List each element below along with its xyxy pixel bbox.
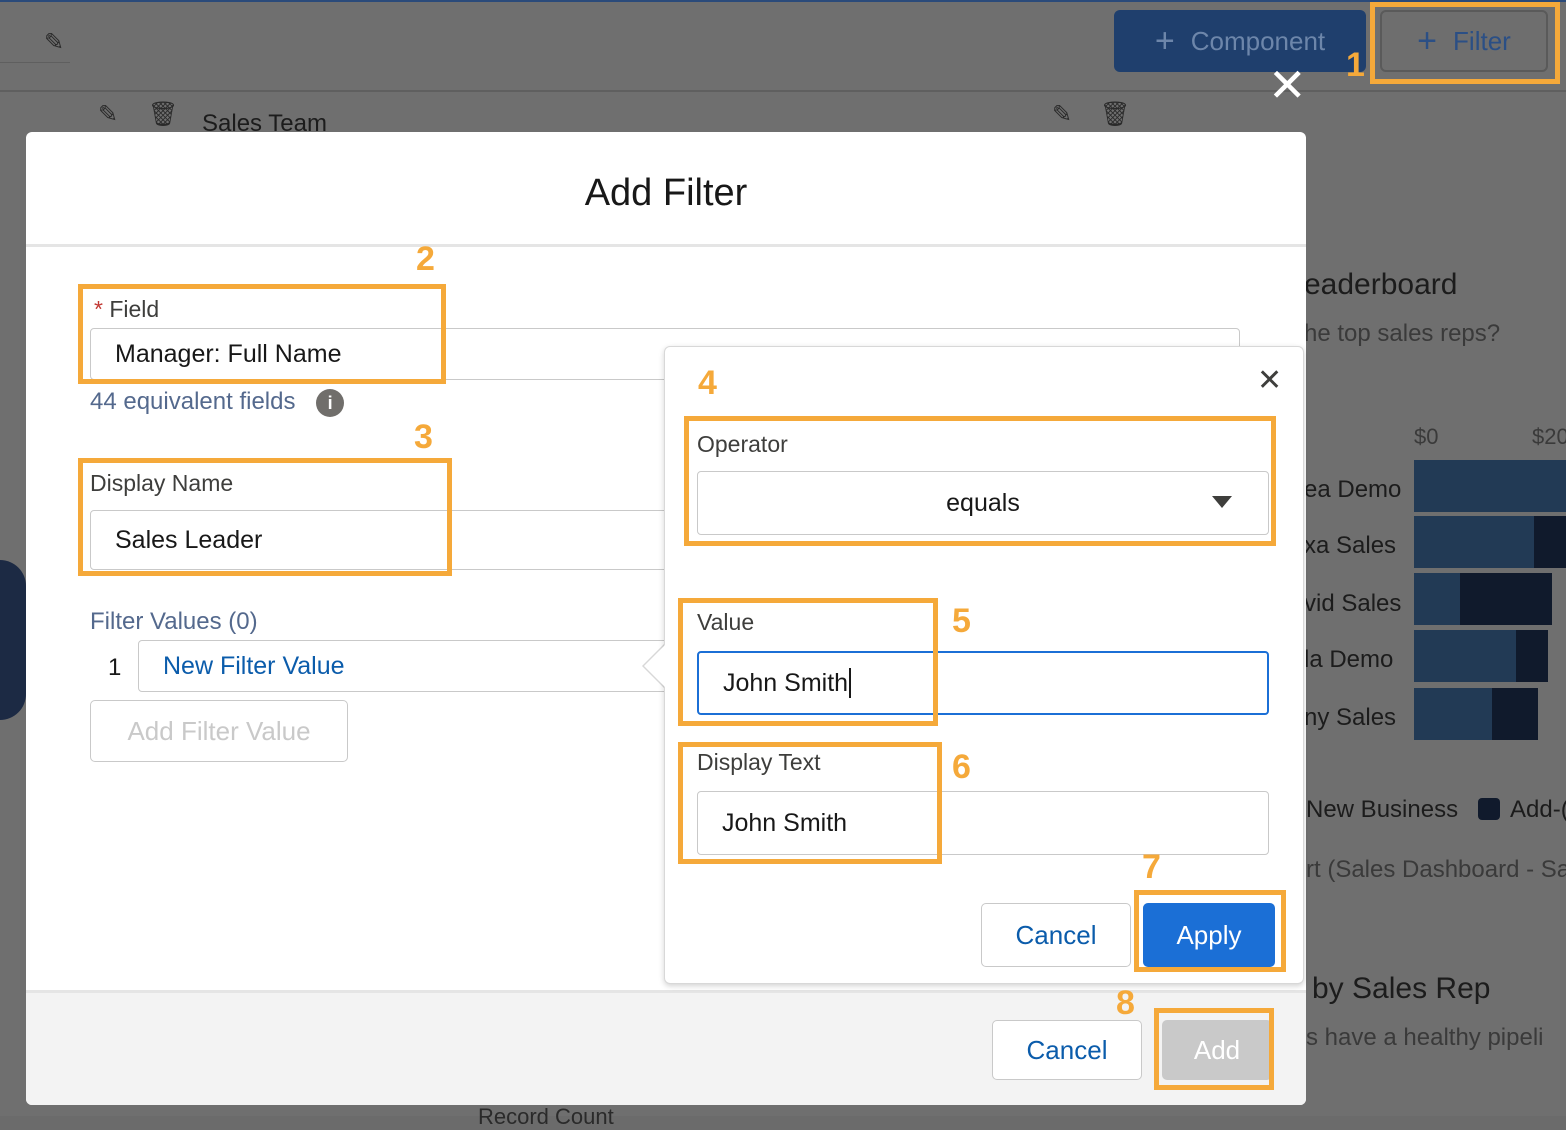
info-icon[interactable]: i xyxy=(316,388,345,417)
step-number-4: 4 xyxy=(698,364,717,402)
edit-icon[interactable]: ✎ xyxy=(44,28,64,57)
step-number-5: 5 xyxy=(952,602,971,640)
step-number-1: 1 xyxy=(1346,46,1365,84)
step-highlight-8 xyxy=(1154,1008,1274,1090)
leaderboard-title: eaderboard xyxy=(1304,268,1458,301)
legend-add-on: Add-( xyxy=(1510,796,1566,823)
rep-label: xa Sales xyxy=(1304,532,1397,559)
rep-label: ea Demo xyxy=(1304,476,1402,503)
popover-pointer-inner xyxy=(644,644,666,688)
equivalent-fields-info: 44 equivalent fields i xyxy=(90,388,345,417)
step-number-3: 3 xyxy=(414,418,433,456)
modal-header-divider xyxy=(26,244,1306,247)
edit-icon[interactable]: ✎ xyxy=(1052,100,1072,129)
bg-chart-shape xyxy=(0,560,26,720)
bar-new-business xyxy=(1414,460,1566,512)
axis-tick-20: $20 xyxy=(1532,424,1566,449)
bar-add-on xyxy=(1492,688,1538,740)
step-highlight-5 xyxy=(678,598,938,726)
rep-label: vid Sales xyxy=(1304,590,1402,617)
step-highlight-3 xyxy=(78,458,452,576)
record-count-label: Record Count xyxy=(478,1104,614,1129)
step-highlight-7 xyxy=(1134,890,1286,972)
filter-values-label: Filter Values (0) xyxy=(90,608,258,635)
panel2-subtitle: s have a healthy pipeli xyxy=(1306,1024,1544,1051)
bar-new-business xyxy=(1414,573,1460,625)
step-highlight-2 xyxy=(78,284,446,384)
bar-add-on xyxy=(1460,573,1552,625)
equivalent-fields-text: 44 equivalent fields xyxy=(90,388,296,415)
step-number-7: 7 xyxy=(1142,848,1161,886)
top-accent-line xyxy=(0,0,1566,2)
filter-row-value: New Filter Value xyxy=(163,651,345,680)
leaderboard-subtitle: he top sales reps? xyxy=(1304,320,1501,347)
bar-new-business xyxy=(1414,630,1516,682)
modal-cancel-button[interactable]: Cancel xyxy=(992,1020,1142,1080)
modal-title: Add Filter xyxy=(584,172,748,214)
axis-tick-0: $0 xyxy=(1414,424,1439,449)
add-filter-value-button[interactable]: Add Filter Value xyxy=(90,700,348,762)
add-filter-value-label: Add Filter Value xyxy=(127,715,311,746)
bar-add-on xyxy=(1534,516,1566,568)
panel2-title: by Sales Rep xyxy=(1312,972,1491,1005)
edit-icon[interactable]: ✎ xyxy=(98,100,118,129)
step-number-2: 2 xyxy=(416,240,435,278)
trash-icon[interactable]: 🗑 xyxy=(1100,100,1130,129)
close-modal-icon[interactable]: ✕ xyxy=(1268,62,1307,108)
step-highlight-6 xyxy=(678,742,942,864)
filter-value-row[interactable]: New Filter Value xyxy=(138,640,698,692)
step-highlight-4 xyxy=(684,416,1276,546)
rep-label: la Demo xyxy=(1304,646,1394,673)
component-button-label: Component xyxy=(1190,25,1326,56)
bg-divider xyxy=(0,62,70,63)
step-highlight-1 xyxy=(1370,2,1560,84)
legend-swatch-add-on xyxy=(1478,798,1500,820)
filter-row-index: 1 xyxy=(108,654,122,681)
bar-new-business xyxy=(1414,516,1534,568)
report-source-link[interactable]: rt (Sales Dashboard - Sa xyxy=(1306,856,1566,884)
modal-cancel-label: Cancel xyxy=(1026,1034,1108,1065)
step-number-6: 6 xyxy=(952,748,971,786)
popover-cancel-button[interactable]: Cancel xyxy=(981,903,1131,967)
legend-new-business: New Business xyxy=(1306,796,1459,823)
bar-add-on xyxy=(1516,630,1548,682)
add-component-button[interactable]: + Component xyxy=(1114,10,1366,72)
bar-new-business xyxy=(1414,688,1492,740)
step-number-8: 8 xyxy=(1116,984,1135,1022)
bg-divider xyxy=(0,90,1566,92)
popover-cancel-label: Cancel xyxy=(1015,919,1097,950)
close-popover-icon[interactable]: ✕ xyxy=(1257,363,1282,398)
plus-icon: + xyxy=(1154,21,1175,60)
rep-label: ny Sales xyxy=(1304,704,1397,731)
trash-icon[interactable]: 🗑 xyxy=(148,100,178,129)
